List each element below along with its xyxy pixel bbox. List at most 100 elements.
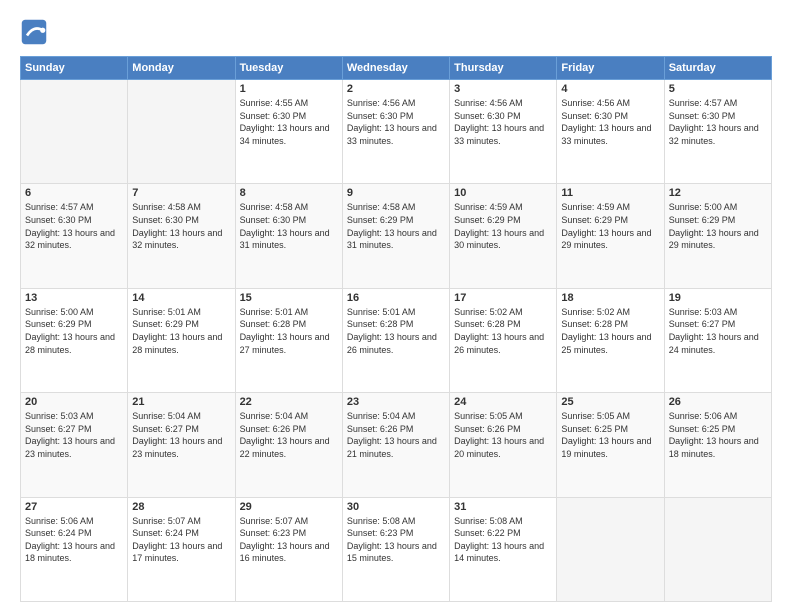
day-info: Sunrise: 4:59 AM Sunset: 6:29 PM Dayligh… xyxy=(454,201,552,251)
day-number: 20 xyxy=(25,396,123,408)
calendar-week-4: 20Sunrise: 5:03 AM Sunset: 6:27 PM Dayli… xyxy=(21,393,772,497)
day-info: Sunrise: 4:57 AM Sunset: 6:30 PM Dayligh… xyxy=(669,97,767,147)
calendar-cell: 7Sunrise: 4:58 AM Sunset: 6:30 PM Daylig… xyxy=(128,184,235,288)
day-number: 28 xyxy=(132,501,230,513)
calendar-cell: 12 Sunrise: 5:00 AM Sunset: 6:29 PM Dayli… xyxy=(664,184,771,288)
calendar-cell: 29 Sunrise: 5:07 AM Sunset: 6:23 PM Dayli… xyxy=(235,497,342,601)
day-info: Sunrise: 5:06 AM Sunset: 6:24 PM Dayligh… xyxy=(25,515,123,565)
day-info: Sunrise: 4:58 AM Sunset: 6:29 PM Dayligh… xyxy=(347,201,445,251)
day-info: Sunrise: 5:07 AM Sunset: 6:24 PM Dayligh… xyxy=(132,515,230,565)
calendar-cell: 9 Sunrise: 4:58 AM Sunset: 6:29 PM Daylig… xyxy=(342,184,449,288)
calendar-cell: 17 Sunrise: 5:02 AM Sunset: 6:28 PM Dayli… xyxy=(450,288,557,392)
day-info: Sunrise: 4:56 AM Sunset: 6:30 PM Dayligh… xyxy=(454,97,552,147)
day-number: 4 xyxy=(561,83,659,95)
day-number: 14 xyxy=(132,292,230,304)
calendar-cell: 4 Sunrise: 4:56 AM Sunset: 6:30 PM Daylig… xyxy=(557,80,664,184)
calendar-cell: 14 Sunrise: 5:01 AM Sunset: 6:29 PM Dayli… xyxy=(128,288,235,392)
weekday-tuesday: Tuesday xyxy=(235,57,342,80)
calendar-cell: 24 Sunrise: 5:05 AM Sunset: 6:26 PM Dayli… xyxy=(450,393,557,497)
day-number: 9 xyxy=(347,187,445,199)
day-number: 3 xyxy=(454,83,552,95)
day-info: Sunrise: 5:06 AM Sunset: 6:25 PM Dayligh… xyxy=(669,410,767,460)
day-number: 25 xyxy=(561,396,659,408)
day-number: 23 xyxy=(347,396,445,408)
day-info: Sunrise: 5:08 AM Sunset: 6:23 PM Dayligh… xyxy=(347,515,445,565)
calendar-cell: 30 Sunrise: 5:08 AM Sunset: 6:23 PM Dayli… xyxy=(342,497,449,601)
day-info: Sunrise: 4:59 AM Sunset: 6:29 PM Dayligh… xyxy=(561,201,659,251)
day-number: 27 xyxy=(25,501,123,513)
day-number: 12 xyxy=(669,187,767,199)
day-number: 6 xyxy=(25,187,123,199)
calendar-cell: 3 Sunrise: 4:56 AM Sunset: 6:30 PM Daylig… xyxy=(450,80,557,184)
calendar-cell: 8Sunrise: 4:58 AM Sunset: 6:30 PM Daylig… xyxy=(235,184,342,288)
day-number: 11 xyxy=(561,187,659,199)
calendar-cell xyxy=(21,80,128,184)
day-number: 8 xyxy=(240,187,338,199)
day-info: Sunrise: 4:56 AM Sunset: 6:30 PM Dayligh… xyxy=(561,97,659,147)
day-number: 19 xyxy=(669,292,767,304)
day-number: 21 xyxy=(132,396,230,408)
calendar-cell: 22 Sunrise: 5:04 AM Sunset: 6:26 PM Dayli… xyxy=(235,393,342,497)
page: SundayMondayTuesdayWednesdayThursdayFrid… xyxy=(0,0,792,612)
weekday-saturday: Saturday xyxy=(664,57,771,80)
calendar-cell: 11 Sunrise: 4:59 AM Sunset: 6:29 PM Dayli… xyxy=(557,184,664,288)
calendar-cell: 27 Sunrise: 5:06 AM Sunset: 6:24 PM Dayli… xyxy=(21,497,128,601)
day-number: 18 xyxy=(561,292,659,304)
header xyxy=(20,18,772,46)
day-info: Sunrise: 5:01 AM Sunset: 6:28 PM Dayligh… xyxy=(347,306,445,356)
calendar-cell: 25Sunrise: 5:05 AM Sunset: 6:25 PM Dayli… xyxy=(557,393,664,497)
day-number: 2 xyxy=(347,83,445,95)
day-info: Sunrise: 5:01 AM Sunset: 6:29 PM Dayligh… xyxy=(132,306,230,356)
day-number: 10 xyxy=(454,187,552,199)
calendar-week-2: 6Sunrise: 4:57 AM Sunset: 6:30 PM Daylig… xyxy=(21,184,772,288)
calendar-cell xyxy=(664,497,771,601)
day-info: Sunrise: 5:07 AM Sunset: 6:23 PM Dayligh… xyxy=(240,515,338,565)
calendar-week-5: 27 Sunrise: 5:06 AM Sunset: 6:24 PM Dayli… xyxy=(21,497,772,601)
day-info: Sunrise: 4:55 AM Sunset: 6:30 PM Dayligh… xyxy=(240,97,338,147)
day-info: Sunrise: 5:00 AM Sunset: 6:29 PM Dayligh… xyxy=(25,306,123,356)
day-number: 24 xyxy=(454,396,552,408)
calendar-cell: 21Sunrise: 5:04 AM Sunset: 6:27 PM Dayli… xyxy=(128,393,235,497)
day-number: 13 xyxy=(25,292,123,304)
logo xyxy=(20,18,52,46)
calendar-cell: 20Sunrise: 5:03 AM Sunset: 6:27 PM Dayli… xyxy=(21,393,128,497)
calendar-cell: 18 Sunrise: 5:02 AM Sunset: 6:28 PM Dayli… xyxy=(557,288,664,392)
day-number: 29 xyxy=(240,501,338,513)
day-number: 22 xyxy=(240,396,338,408)
day-info: Sunrise: 4:58 AM Sunset: 6:30 PM Dayligh… xyxy=(132,201,230,251)
calendar-cell: 23 Sunrise: 5:04 AM Sunset: 6:26 PM Dayli… xyxy=(342,393,449,497)
calendar-cell: 13 Sunrise: 5:00 AM Sunset: 6:29 PM Dayli… xyxy=(21,288,128,392)
calendar-cell: 2Sunrise: 4:56 AM Sunset: 6:30 PM Daylig… xyxy=(342,80,449,184)
day-number: 15 xyxy=(240,292,338,304)
calendar-cell: 6Sunrise: 4:57 AM Sunset: 6:30 PM Daylig… xyxy=(21,184,128,288)
day-info: Sunrise: 5:01 AM Sunset: 6:28 PM Dayligh… xyxy=(240,306,338,356)
day-info: Sunrise: 5:04 AM Sunset: 6:26 PM Dayligh… xyxy=(347,410,445,460)
calendar-cell: 28 Sunrise: 5:07 AM Sunset: 6:24 PM Dayli… xyxy=(128,497,235,601)
day-info: Sunrise: 5:00 AM Sunset: 6:29 PM Dayligh… xyxy=(669,201,767,251)
calendar-cell: 31 Sunrise: 5:08 AM Sunset: 6:22 PM Dayli… xyxy=(450,497,557,601)
day-number: 17 xyxy=(454,292,552,304)
calendar-cell: 1 Sunrise: 4:55 AM Sunset: 6:30 PM Daylig… xyxy=(235,80,342,184)
weekday-thursday: Thursday xyxy=(450,57,557,80)
day-info: Sunrise: 5:02 AM Sunset: 6:28 PM Dayligh… xyxy=(561,306,659,356)
day-info: Sunrise: 5:03 AM Sunset: 6:27 PM Dayligh… xyxy=(669,306,767,356)
calendar-week-3: 13 Sunrise: 5:00 AM Sunset: 6:29 PM Dayli… xyxy=(21,288,772,392)
day-info: Sunrise: 5:02 AM Sunset: 6:28 PM Dayligh… xyxy=(454,306,552,356)
weekday-header-row: SundayMondayTuesdayWednesdayThursdayFrid… xyxy=(21,57,772,80)
calendar-cell: 10 Sunrise: 4:59 AM Sunset: 6:29 PM Dayli… xyxy=(450,184,557,288)
calendar-week-1: 1 Sunrise: 4:55 AM Sunset: 6:30 PM Daylig… xyxy=(21,80,772,184)
weekday-friday: Friday xyxy=(557,57,664,80)
calendar-cell: 5Sunrise: 4:57 AM Sunset: 6:30 PM Daylig… xyxy=(664,80,771,184)
calendar-cell: 19 Sunrise: 5:03 AM Sunset: 6:27 PM Dayli… xyxy=(664,288,771,392)
day-number: 16 xyxy=(347,292,445,304)
day-number: 30 xyxy=(347,501,445,513)
day-info: Sunrise: 5:05 AM Sunset: 6:26 PM Dayligh… xyxy=(454,410,552,460)
day-info: Sunrise: 5:08 AM Sunset: 6:22 PM Dayligh… xyxy=(454,515,552,565)
day-number: 31 xyxy=(454,501,552,513)
day-info: Sunrise: 5:04 AM Sunset: 6:26 PM Dayligh… xyxy=(240,410,338,460)
calendar-cell xyxy=(557,497,664,601)
day-number: 1 xyxy=(240,83,338,95)
weekday-sunday: Sunday xyxy=(21,57,128,80)
logo-icon xyxy=(20,18,48,46)
weekday-monday: Monday xyxy=(128,57,235,80)
